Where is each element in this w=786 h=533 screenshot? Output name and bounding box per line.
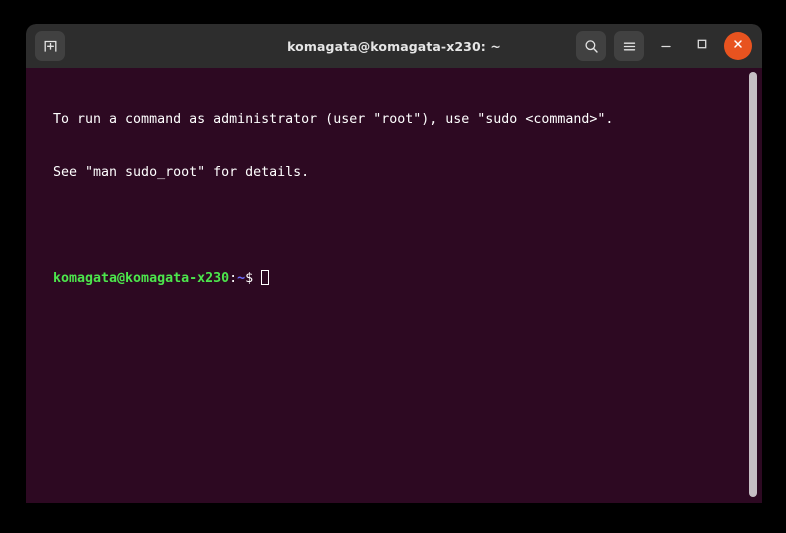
- terminal-content-area[interactable]: To run a command as administrator (user …: [26, 68, 762, 503]
- maximize-icon: [694, 36, 710, 56]
- prompt-separator: :: [229, 270, 238, 286]
- menu-button[interactable]: [614, 31, 644, 61]
- terminal-window: komagata@komagata-x230: ~ To run a comma…: [26, 24, 762, 503]
- maximize-button[interactable]: [688, 32, 716, 60]
- prompt-user-host: komagata@komagata-x230: [53, 270, 230, 286]
- close-button[interactable]: [724, 32, 752, 60]
- search-button[interactable]: [576, 31, 606, 61]
- terminal-prompt-line: komagata@komagata-x230:~$: [53, 269, 732, 288]
- close-icon: [730, 36, 746, 56]
- new-tab-button[interactable]: [35, 31, 65, 61]
- terminal-line: To run a command as administrator (user …: [53, 112, 614, 128]
- prompt-path: ~: [237, 270, 246, 286]
- new-tab-icon: [42, 38, 59, 55]
- terminal-output: To run a command as administrator (user …: [53, 76, 732, 322]
- title-bar-controls: [576, 24, 752, 68]
- scrollbar-thumb[interactable]: [749, 72, 757, 497]
- minimize-icon: [658, 36, 674, 56]
- window-title-bar[interactable]: komagata@komagata-x230: ~: [26, 24, 762, 68]
- terminal-line: See "man sudo_root" for details.: [53, 164, 310, 180]
- cursor-block: [261, 269, 270, 285]
- search-icon: [583, 38, 600, 55]
- hamburger-menu-icon: [621, 38, 638, 55]
- vertical-scrollbar[interactable]: [749, 72, 757, 497]
- prompt-symbol: $: [245, 270, 254, 286]
- minimize-button[interactable]: [652, 32, 680, 60]
